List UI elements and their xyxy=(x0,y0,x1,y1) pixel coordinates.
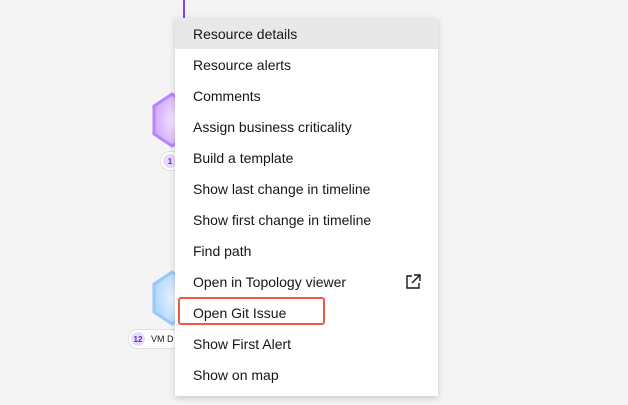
menu-item-comments[interactable]: Comments xyxy=(175,80,438,111)
menu-item-show-on-map[interactable]: Show on map xyxy=(175,359,438,390)
topology-edge xyxy=(183,0,185,18)
menu-item-open-topology-viewer[interactable]: Open in Topology viewer xyxy=(175,266,438,297)
menu-item-find-path[interactable]: Find path xyxy=(175,235,438,266)
context-menu: Resource details Resource alerts Comment… xyxy=(175,18,438,396)
menu-item-resource-alerts[interactable]: Resource alerts xyxy=(175,49,438,80)
menu-item-assign-business-criticality[interactable]: Assign business criticality xyxy=(175,111,438,142)
node-badge-bottom[interactable]: 12 VM D xyxy=(128,329,181,349)
external-link-icon xyxy=(406,274,421,289)
menu-item-build-template[interactable]: Build a template xyxy=(175,142,438,173)
menu-item-show-last-change[interactable]: Show last change in timeline xyxy=(175,173,438,204)
menu-item-resource-details[interactable]: Resource details xyxy=(175,18,438,49)
node-label: VM D xyxy=(151,334,174,344)
menu-item-show-first-alert[interactable]: Show First Alert xyxy=(175,328,438,359)
menu-item-open-git-issue[interactable]: Open Git Issue xyxy=(175,297,438,328)
menu-item-show-first-change[interactable]: Show first change in timeline xyxy=(175,204,438,235)
alert-count-badge: 12 xyxy=(131,332,145,346)
